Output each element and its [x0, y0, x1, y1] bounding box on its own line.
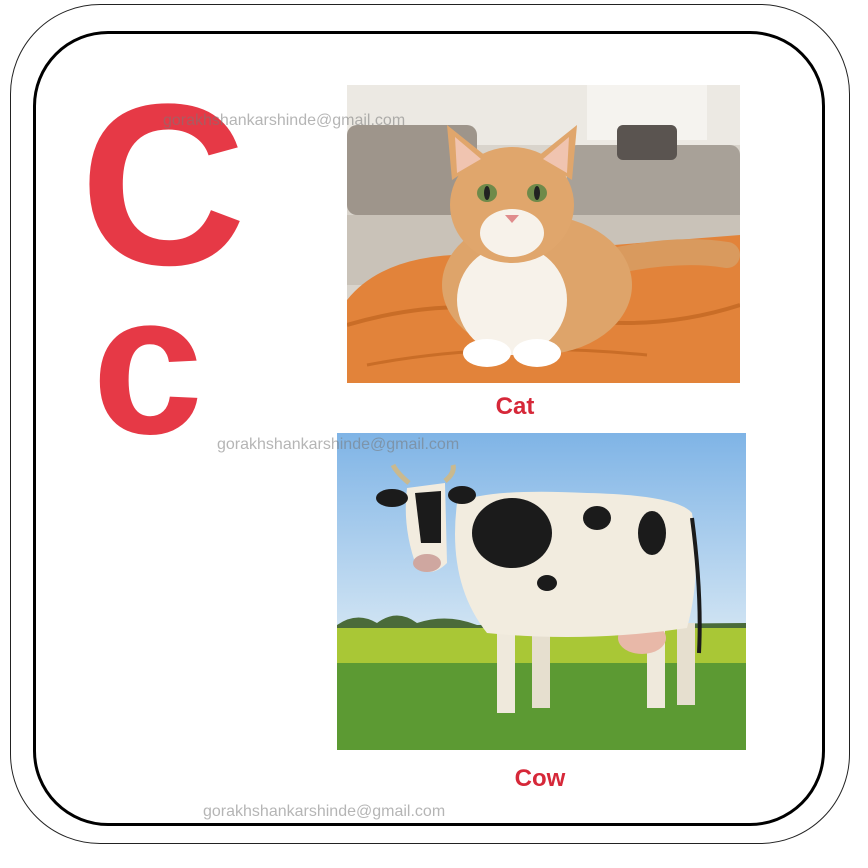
caption-cow: Cow — [514, 765, 566, 792]
cow-photo — [337, 433, 746, 750]
watermark-text: gorakhshankarshinde@gmail.com — [217, 436, 460, 453]
cat-photo — [347, 85, 740, 383]
lowercase-letter: c — [92, 253, 204, 476]
caption-cat: Cat — [495, 393, 535, 420]
watermark-text: gorakhshankarshinde@gmail.com — [163, 112, 406, 129]
watermark-text: gorakhshankarshinde@gmail.com — [203, 803, 446, 820]
